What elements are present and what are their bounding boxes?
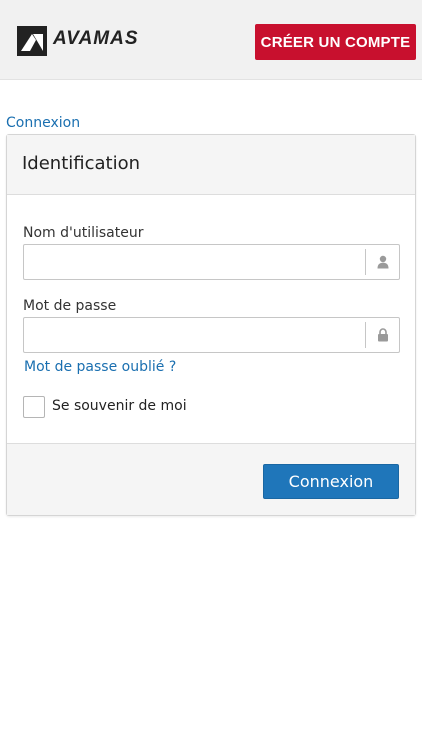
breadcrumb-connexion[interactable]: Connexion <box>6 115 80 131</box>
remember-me-checkbox[interactable] <box>23 396 45 418</box>
brand-logo[interactable]: AVAMAS <box>17 26 163 56</box>
user-icon <box>365 249 399 275</box>
username-input[interactable] <box>24 245 364 279</box>
password-field-wrapper <box>23 317 400 353</box>
brand-name: AVAMAS <box>53 28 139 49</box>
panel-title: Identification <box>22 153 141 174</box>
lock-icon <box>365 322 399 348</box>
panel-header: Identification <box>7 135 415 195</box>
forgot-password-link[interactable]: Mot de passe oublié ? <box>24 359 176 375</box>
password-input[interactable] <box>24 318 364 352</box>
login-button[interactable]: Connexion <box>263 464 399 499</box>
logo-mark-icon <box>17 26 47 56</box>
panel-footer: Connexion <box>7 443 415 515</box>
create-account-button[interactable]: CRÉER UN COMPTE <box>255 24 416 60</box>
username-label: Nom d'utilisateur <box>23 225 144 241</box>
remember-me-label[interactable]: Se souvenir de moi <box>52 398 187 414</box>
username-field-wrapper <box>23 244 400 280</box>
login-panel: Identification Nom d'utilisateur Mot de … <box>6 134 416 516</box>
password-label: Mot de passe <box>23 298 117 314</box>
site-header: AVAMAS CRÉER UN COMPTE <box>0 0 422 80</box>
